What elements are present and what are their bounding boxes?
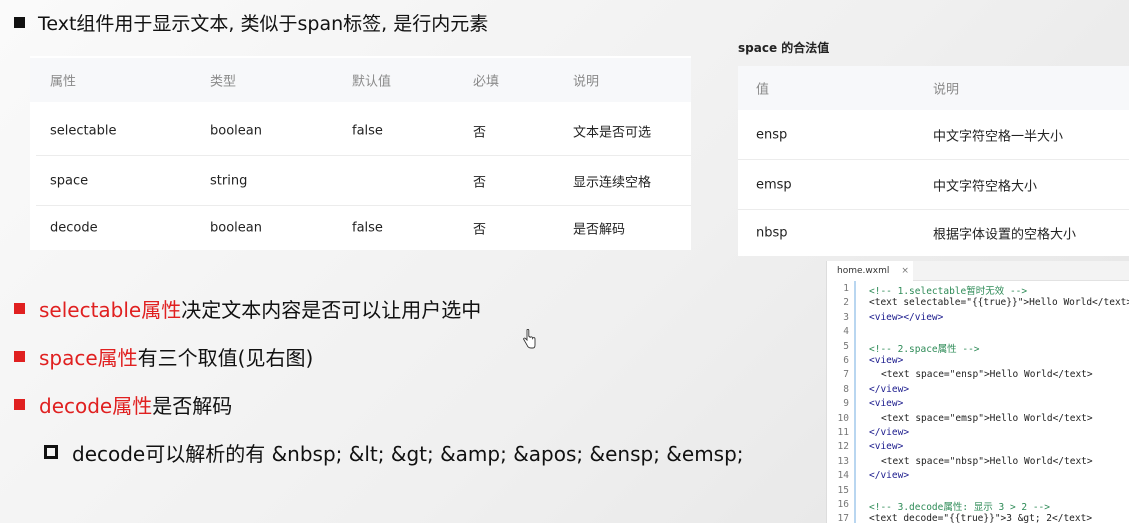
- line-number-gutter: 1 2 3 4 5 6 7 8 9 10 11 12 13 14 15 16 1…: [827, 281, 853, 523]
- code-line: <text decode="{{true}}">3 &gt; 2</text>: [869, 513, 1093, 523]
- table-cell: 根据字体设置的空格大小: [933, 227, 1077, 243]
- tab-home-wxml[interactable]: home.wxml ×: [827, 261, 913, 281]
- table-cell: 中文字符空格大小: [933, 179, 1038, 195]
- line-number: 7: [843, 369, 849, 381]
- table-cell: ensp: [756, 127, 788, 143]
- bullet-space: space属性 有三个取值(见右图): [14, 341, 313, 371]
- table-cell: 中文字符空格一半大小: [933, 129, 1064, 145]
- table-cell: 否: [473, 125, 487, 141]
- bullet-highlight: selectable属性: [39, 297, 182, 322]
- code-line: <!-- 2.space属性 -->: [869, 343, 980, 355]
- table-cell: boolean: [210, 220, 262, 236]
- table-cell: decode: [50, 220, 98, 236]
- hand-cursor-icon: [523, 329, 536, 349]
- close-icon[interactable]: ×: [901, 266, 909, 276]
- table-cell: false: [352, 123, 383, 139]
- table-row: emsp 中文字符空格大小: [738, 160, 1129, 210]
- line-number: 8: [843, 383, 849, 395]
- bullet-decode: decode属性 是否解码: [14, 389, 232, 419]
- square-bullet-icon: [14, 16, 25, 28]
- code-line: </view>: [869, 427, 910, 438]
- code-area[interactable]: 1 2 3 4 5 6 7 8 9 10 11 12 13 14 15 16 1…: [827, 281, 1129, 523]
- gutter-divider: [854, 281, 856, 523]
- code-line: <!-- 1.selectable暂时无效 -->: [869, 286, 1028, 297]
- slide-title-text: Text组件用于显示文本, 类似于span标签, 是行内元素: [38, 12, 489, 35]
- table-cell: 显示连续空格: [573, 175, 652, 191]
- sub-bullet-text: decode可以解析的有 &nbsp; &lt; &gt; &amp; &apo…: [72, 441, 744, 466]
- props-table: 属性 类型 默认值 必填 说明 selectable boolean false…: [30, 56, 691, 250]
- code-line: <view>: [869, 355, 904, 366]
- line-number: 1: [843, 283, 849, 294]
- bullet-highlight: decode属性: [39, 393, 153, 418]
- bullet-selectable: selectable属性 决定文本内容是否可以让用户选中: [14, 293, 481, 323]
- code-line: </view>: [869, 383, 910, 395]
- line-number: 13: [837, 455, 849, 467]
- header-cell: 必填: [473, 74, 500, 90]
- code-line: <text space="emsp">Hello World</text>: [881, 412, 1093, 424]
- bullet-text: 有三个取值(见右图): [137, 345, 314, 370]
- hollow-square-bullet-icon: [44, 445, 58, 459]
- code-line: <view>: [869, 398, 904, 410]
- table-cell: 否: [473, 175, 487, 191]
- red-square-bullet-icon: [14, 302, 25, 314]
- code-line: <view>: [869, 441, 904, 453]
- space-table-header: 值 说明: [738, 66, 1129, 110]
- code-line: <!-- 3.decode属性: 显示 3 > 2 -->: [869, 502, 1050, 513]
- space-table: 值 说明 ensp 中文字符空格一半大小 emsp 中文字符空格大小 nbsp …: [738, 66, 1129, 256]
- table-row: decode boolean false 否 是否解码: [30, 206, 691, 250]
- header-cell: 属性: [50, 74, 77, 90]
- bullet-text: 是否解码: [152, 393, 233, 418]
- line-number: 10: [837, 412, 849, 424]
- code-line: <text space="ensp">Hello World</text>: [881, 369, 1093, 381]
- editor-tab-bar: home.wxml ×: [827, 261, 1129, 281]
- line-number: 15: [837, 484, 849, 496]
- code-line: <text space="nbsp">Hello World</text>: [881, 455, 1093, 467]
- table-cell: space: [50, 173, 89, 189]
- table-cell: selectable: [50, 123, 117, 139]
- slide-title: Text组件用于显示文本, 类似于span标签, 是行内元素: [14, 6, 488, 38]
- table-cell: false: [352, 220, 383, 236]
- red-square-bullet-icon: [14, 398, 25, 410]
- line-number: 3: [843, 311, 849, 323]
- line-number: 16: [837, 499, 849, 510]
- header-cell: 值: [756, 82, 770, 98]
- line-number: 12: [837, 441, 849, 453]
- sub-bullet-decode-entities: decode可以解析的有 &nbsp; &lt; &gt; &amp; &apo…: [44, 436, 744, 468]
- line-number: 14: [837, 470, 849, 482]
- props-table-header: 属性 类型 默认值 必填 说明: [30, 58, 691, 102]
- line-number: 2: [843, 297, 849, 309]
- table-cell: 是否解码: [573, 222, 626, 238]
- table-cell: emsp: [756, 177, 792, 193]
- space-table-title: space 的合法值: [738, 41, 830, 55]
- table-cell: string: [210, 173, 248, 189]
- table-row: selectable boolean false 否 文本是否可选: [30, 106, 691, 156]
- line-number: 9: [843, 398, 849, 410]
- header-cell: 说明: [933, 82, 960, 98]
- line-number: 11: [837, 427, 849, 438]
- line-number: 17: [837, 513, 849, 523]
- line-number: 6: [843, 355, 849, 366]
- header-cell: 类型: [210, 74, 237, 90]
- table-cell: 否: [473, 222, 487, 238]
- code-editor: home.wxml × 1 2 3 4 5 6 7 8 9 10 11 12 1…: [826, 261, 1129, 523]
- table-cell: 文本是否可选: [573, 125, 652, 141]
- table-row: ensp 中文字符空格一半大小: [738, 110, 1129, 160]
- tab-label: home.wxml: [837, 266, 890, 276]
- table-cell: nbsp: [756, 225, 788, 241]
- code-line: </view>: [869, 470, 910, 482]
- table-row: nbsp 根据字体设置的空格大小: [738, 210, 1129, 256]
- line-number: 5: [843, 340, 849, 352]
- header-cell: 说明: [573, 74, 600, 90]
- table-row: space string 否 显示连续空格: [30, 156, 691, 206]
- header-cell: 默认值: [352, 74, 392, 90]
- line-number: 4: [843, 326, 849, 338]
- red-square-bullet-icon: [14, 350, 25, 362]
- code-line: <view></view>: [869, 311, 944, 323]
- bullet-text: 决定文本内容是否可以让用户选中: [181, 297, 482, 322]
- bullet-highlight: space属性: [39, 345, 138, 370]
- table-cell: boolean: [210, 123, 262, 139]
- code-line: <text selectable="{{true}}">Hello World<…: [869, 297, 1129, 309]
